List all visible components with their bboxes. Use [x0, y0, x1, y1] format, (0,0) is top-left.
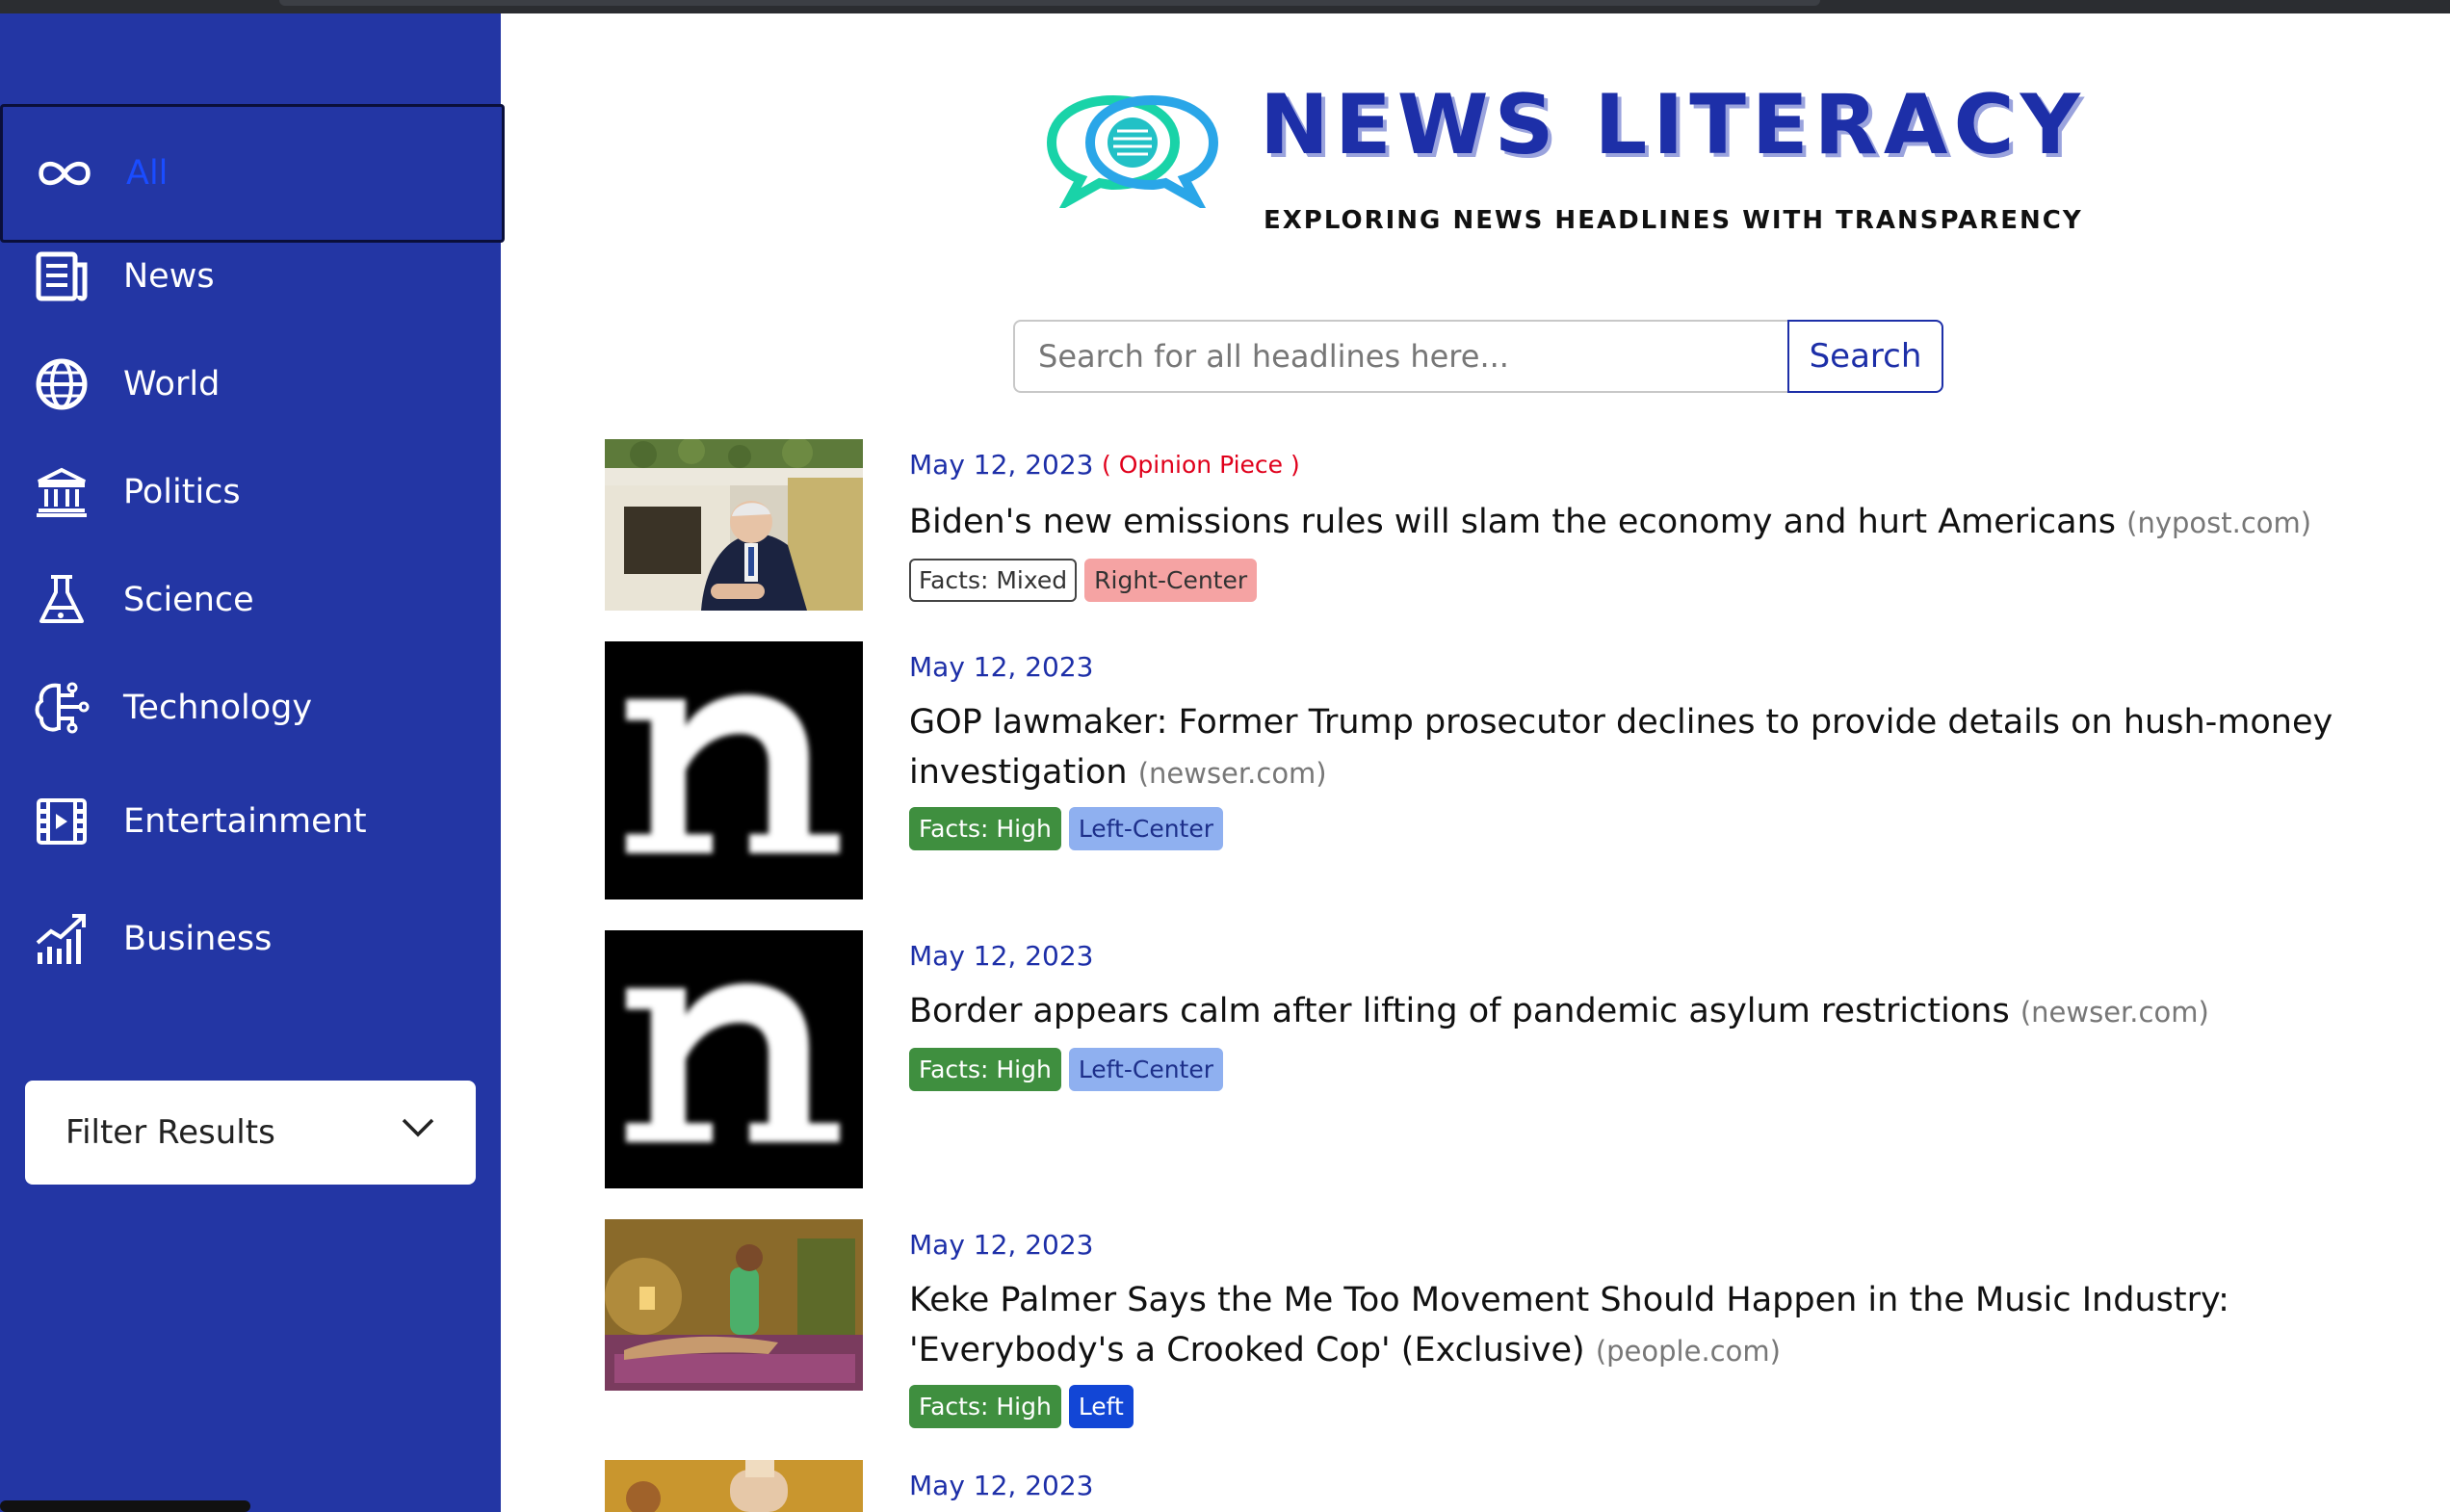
globe-icon — [33, 355, 91, 413]
sidebar-item-label: News — [123, 257, 215, 296]
bias-badge: Right-Center — [1084, 559, 1258, 602]
article-source: (people.com) — [1595, 1335, 1781, 1368]
article-thumbnail[interactable] — [605, 641, 863, 899]
article-date: May 12, 2023 — [909, 940, 1094, 972]
bias-badge: Left — [1068, 1385, 1134, 1428]
newspaper-icon — [33, 248, 91, 305]
infinity-icon — [36, 144, 93, 202]
chart-growth-icon — [33, 910, 91, 968]
article-date: May 12, 2023 — [909, 1470, 1094, 1501]
sidebar-item-politics[interactable]: Politics — [0, 439, 501, 545]
article-item[interactable]: May 12, 2023 GOP lawmaker: Former Trump … — [605, 641, 2415, 901]
opinion-piece-label: ( Opinion Piece ) — [1102, 451, 1300, 479]
article-headline[interactable]: Border appears calm after lifting of pan… — [909, 986, 2431, 1037]
sidebar-item-label: Technology — [123, 689, 313, 727]
sidebar-item-label: Science — [123, 581, 254, 619]
article-source: (newser.com) — [2020, 996, 2209, 1029]
article-item[interactable]: May 12, 2023 — [605, 1460, 2415, 1512]
article-headline[interactable]: Keke Palmer Says the Me Too Movement Sho… — [909, 1275, 2431, 1376]
article-date: May 12, 2023 — [909, 651, 1094, 683]
filter-results-label: Filter Results — [65, 1113, 275, 1152]
sidebar: All News World Politics Science Technolo… — [0, 13, 505, 1512]
facts-badge: Facts: High — [909, 1385, 1061, 1428]
film-icon — [33, 793, 91, 850]
article-badges: Facts: Mixed Right-Center — [909, 559, 1258, 602]
article-badges: Facts: High Left-Center — [909, 807, 1224, 850]
bias-badge: Left-Center — [1068, 807, 1224, 850]
article-headline[interactable]: GOP lawmaker: Former Trump prosecutor de… — [909, 697, 2431, 798]
article-source: (nypost.com) — [2126, 507, 2312, 539]
browser-top-bar — [0, 0, 2450, 13]
article-source: (newser.com) — [1137, 757, 1327, 790]
article-title[interactable]: Biden's new emissions rules will slam th… — [909, 503, 2116, 541]
article-item[interactable]: May 12, 2023 ( Opinion Piece ) Biden's n… — [605, 439, 2415, 613]
sidebar-item-label: World — [123, 365, 221, 404]
sidebar-item-technology[interactable]: Technology — [0, 655, 501, 761]
sidebar-item-entertainment[interactable]: Entertainment — [0, 769, 501, 874]
article-title[interactable]: Border appears calm after lifting of pan… — [909, 992, 2010, 1030]
browser-address-bar — [279, 0, 1820, 6]
flask-icon — [33, 571, 91, 629]
facts-badge: Facts: High — [909, 1048, 1061, 1091]
sidebar-item-label: All — [126, 154, 169, 193]
facts-badge: Facts: High — [909, 807, 1061, 850]
article-title[interactable]: Keke Palmer Says the Me Too Movement Sho… — [909, 1281, 2229, 1369]
sidebar-item-news[interactable]: News — [0, 223, 501, 329]
sidebar-item-business[interactable]: Business — [0, 886, 501, 992]
article-headline[interactable]: Biden's new emissions rules will slam th… — [909, 497, 2431, 548]
article-item[interactable]: May 12, 2023 Border appears calm after l… — [605, 930, 2415, 1190]
bank-icon — [33, 463, 91, 521]
search-input[interactable] — [1013, 320, 1789, 393]
chevron-down-icon — [401, 1117, 435, 1142]
sidebar-item-label: Politics — [123, 473, 241, 511]
sidebar-item-science[interactable]: Science — [0, 547, 501, 653]
bias-badge: Left-Center — [1068, 1048, 1224, 1091]
facts-badge: Facts: Mixed — [909, 559, 1078, 602]
sidebar-item-all[interactable]: All — [0, 104, 505, 243]
brain-circuit-icon — [33, 679, 91, 737]
filter-results-dropdown[interactable]: Filter Results — [25, 1081, 476, 1185]
article-thumbnail[interactable] — [605, 439, 863, 611]
article-badges: Facts: High Left-Center — [909, 1048, 1224, 1091]
article-date: May 12, 2023 — [909, 449, 1094, 481]
sidebar-item-world[interactable]: World — [0, 331, 501, 437]
article-thumbnail[interactable] — [605, 1460, 863, 1512]
search-button[interactable]: Search — [1787, 320, 1943, 393]
article-title[interactable]: GOP lawmaker: Former Trump prosecutor de… — [909, 703, 2333, 792]
horizontal-scrollbar[interactable] — [0, 1500, 250, 1512]
article-thumbnail[interactable] — [605, 1219, 863, 1391]
sidebar-item-label: Business — [123, 920, 273, 958]
article-date: May 12, 2023 — [909, 1229, 1094, 1261]
article-item[interactable]: May 12, 2023 Keke Palmer Says the Me Too… — [605, 1219, 2415, 1431]
brand-title: NEWS LITERACY — [1260, 77, 2086, 173]
sidebar-item-label: Entertainment — [123, 802, 367, 841]
brand-subtitle: EXPLORING NEWS HEADLINES WITH TRANSPAREN… — [1264, 206, 2083, 235]
article-badges: Facts: High Left — [909, 1385, 1134, 1428]
logo-chat-bubbles-icon — [1046, 92, 1219, 213]
article-thumbnail[interactable] — [605, 930, 863, 1188]
